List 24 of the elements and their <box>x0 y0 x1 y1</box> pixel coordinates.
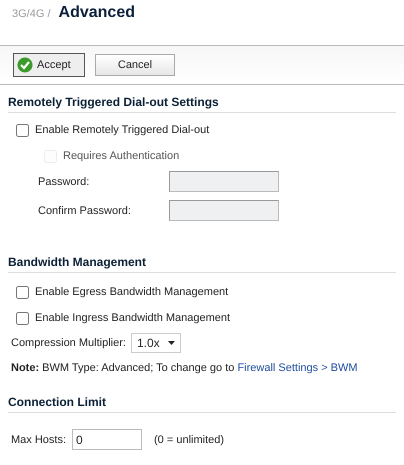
checkbox-label: Requires Authentication <box>63 149 180 163</box>
checkbox-label: Enable Remotely Triggered Dial-out <box>35 123 210 137</box>
field-label: Compression Multiplier: <box>11 336 127 350</box>
checkbox-label: Enable Egress Bandwidth Management <box>35 285 228 299</box>
section-heading: Connection Limit <box>8 395 106 409</box>
cancel-button[interactable]: Cancel <box>95 54 175 76</box>
note-text: Note: BWM Type: Advanced; To change go to Firewall Settings > BWM <box>10 361 359 375</box>
checkbox[interactable] <box>16 286 29 298</box>
checkbox[interactable] <box>16 312 29 324</box>
field-label: Password: <box>38 174 90 188</box>
firewall-link[interactable]: Firewall Settings > BWM <box>237 362 358 374</box>
field-label: Max Hosts: <box>11 432 66 446</box>
checkbox[interactable] <box>16 124 29 136</box>
page-title: Advanced <box>58 6 135 20</box>
checkbox-label: Enable Ingress Bandwidth Management <box>35 311 230 325</box>
section-heading: Remotely Triggered Dial-out Settings <box>8 95 219 109</box>
multiplier-dropdown[interactable]: 1.0x <box>131 333 181 353</box>
hint-text: (0 = unlimited) <box>154 432 224 446</box>
checkmark-icon <box>17 57 33 73</box>
caret-icon <box>168 341 175 345</box>
section-heading: Bandwidth Management <box>8 255 146 269</box>
accept-button[interactable]: Accept <box>13 53 85 77</box>
field-label: Confirm Password: <box>38 204 132 218</box>
max-hosts-field[interactable]: 0 <box>72 429 142 450</box>
